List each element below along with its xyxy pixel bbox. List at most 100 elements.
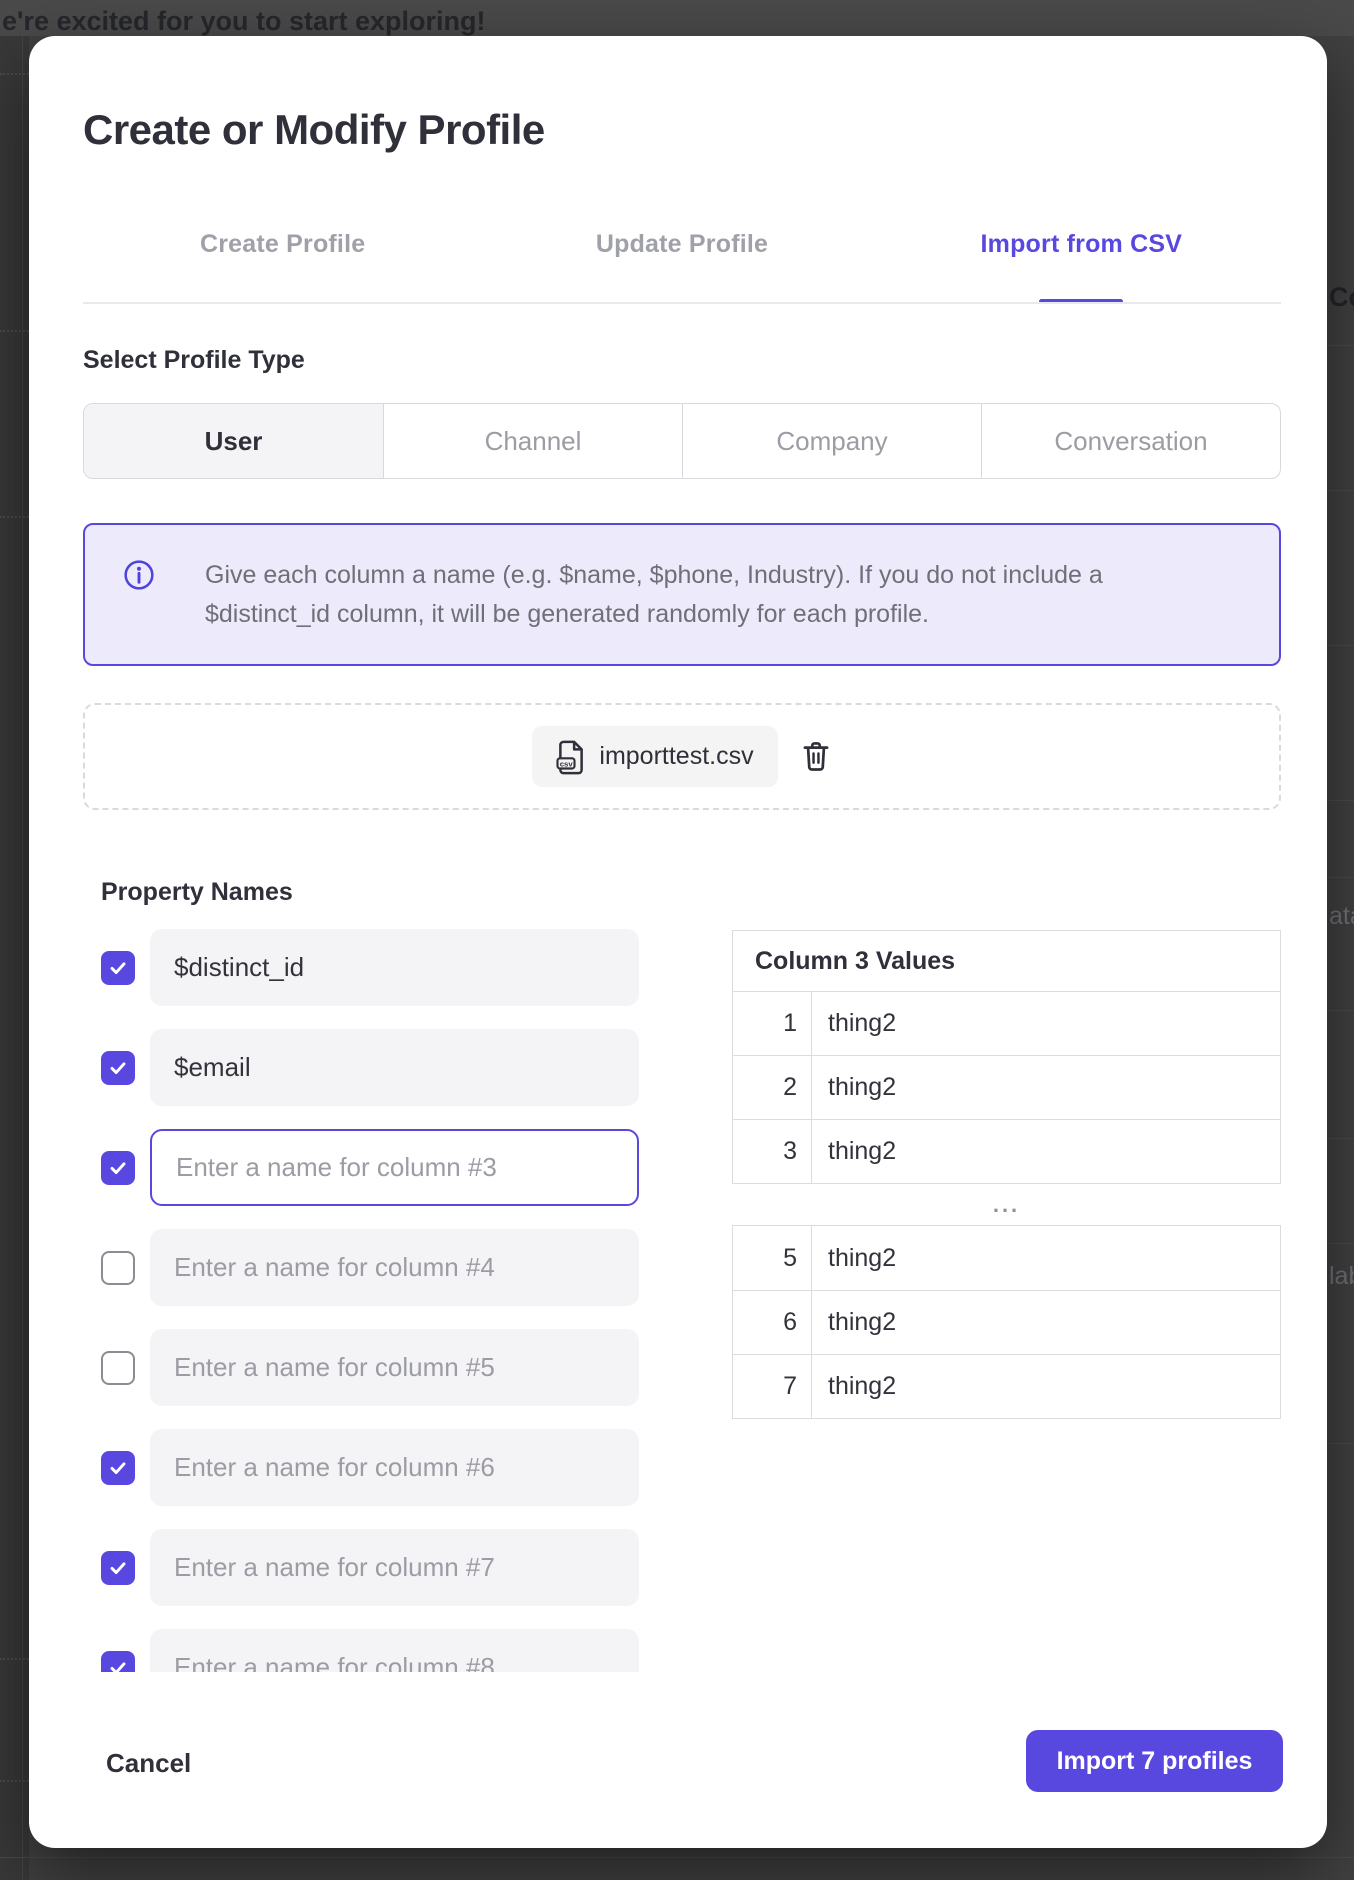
property-name-rows bbox=[101, 929, 639, 1672]
column-7-name-input[interactable] bbox=[150, 1529, 639, 1606]
background-row-line bbox=[0, 516, 29, 518]
background-left-band bbox=[0, 36, 29, 1880]
background-row-line bbox=[1328, 490, 1354, 491]
column-4-name-input[interactable] bbox=[150, 1229, 639, 1306]
row-index: 2 bbox=[733, 1056, 812, 1119]
info-icon bbox=[123, 559, 155, 591]
cell-value: thing2 bbox=[812, 1056, 1280, 1119]
column-7-checkbox[interactable] bbox=[101, 1551, 135, 1585]
background-row-line bbox=[1328, 1138, 1354, 1139]
info-banner: Give each column a name (e.g. $name, $ph… bbox=[83, 523, 1281, 666]
svg-text:csv: csv bbox=[560, 759, 574, 768]
background-row-line bbox=[0, 1658, 29, 1660]
background-row-line bbox=[1328, 1443, 1354, 1444]
property-row-7 bbox=[101, 1529, 639, 1606]
column-6-name-input[interactable] bbox=[150, 1429, 639, 1506]
column-3-checkbox[interactable] bbox=[101, 1151, 135, 1185]
profile-type-company[interactable]: Company bbox=[682, 404, 981, 478]
values-table-row: 7thing2 bbox=[733, 1354, 1280, 1418]
column-2-name-input[interactable] bbox=[150, 1029, 639, 1106]
column-8-name-input[interactable] bbox=[150, 1629, 639, 1672]
background-bottom-seam bbox=[0, 1857, 1354, 1858]
column-values-table: Column 3 Values 1thing22thing23thing2 bbox=[732, 930, 1281, 1184]
values-table-row: 6thing2 bbox=[733, 1290, 1280, 1354]
values-table-row: 1thing2 bbox=[733, 991, 1280, 1055]
profile-type-segmented-control: UserChannelCompanyConversation bbox=[83, 403, 1281, 479]
background-row-line bbox=[1328, 877, 1354, 878]
background-row-line bbox=[1328, 1243, 1354, 1244]
row-index: 6 bbox=[733, 1291, 812, 1354]
checkmark-icon bbox=[107, 1457, 129, 1479]
tab-update-profile[interactable]: Update Profile bbox=[482, 230, 881, 302]
tab-import-from-csv[interactable]: Import from CSV bbox=[882, 230, 1281, 302]
background-text-fragment: lab bbox=[1329, 1262, 1354, 1291]
checkmark-icon bbox=[107, 1657, 129, 1673]
column-values-table-continued: 5thing26thing27thing2 bbox=[732, 1225, 1281, 1419]
cancel-button[interactable]: Cancel bbox=[106, 1748, 191, 1779]
tab-create-profile[interactable]: Create Profile bbox=[83, 230, 482, 302]
tabs: Create ProfileUpdate ProfileImport from … bbox=[83, 230, 1281, 302]
background-row-line bbox=[1328, 1010, 1354, 1011]
background-row-line bbox=[0, 1780, 29, 1782]
trash-icon bbox=[801, 740, 831, 772]
background-row-line bbox=[0, 73, 29, 75]
row-index: 1 bbox=[733, 992, 812, 1055]
background-row-line bbox=[1328, 800, 1354, 801]
remove-file-button[interactable] bbox=[800, 740, 832, 774]
property-row-3 bbox=[101, 1129, 639, 1206]
property-row-1 bbox=[101, 929, 639, 1006]
property-row-4 bbox=[101, 1229, 639, 1306]
background-row-line bbox=[0, 330, 29, 332]
row-index: 7 bbox=[733, 1355, 812, 1418]
column-1-name-input[interactable] bbox=[150, 929, 639, 1006]
column-5-checkbox[interactable] bbox=[101, 1351, 135, 1385]
tabs-divider bbox=[83, 302, 1281, 304]
background-banner-text: e're excited for you to start exploring! bbox=[2, 6, 486, 37]
background-left-divider bbox=[22, 36, 23, 1880]
values-table-header: Column 3 Values bbox=[733, 931, 1280, 991]
column-1-checkbox[interactable] bbox=[101, 951, 135, 985]
column-values-panel: Column 3 Values 1thing22thing23thing2 ..… bbox=[732, 930, 1281, 1419]
profile-type-user[interactable]: User bbox=[84, 404, 383, 478]
csv-file-icon: csv bbox=[556, 740, 586, 774]
background-text-fragment: Col bbox=[1329, 282, 1354, 313]
values-table-top-rows: 1thing22thing23thing2 bbox=[733, 991, 1280, 1183]
column-3-name-input[interactable] bbox=[150, 1129, 639, 1206]
background-row-line bbox=[1328, 345, 1354, 346]
uploaded-file-chip: csv importtest.csv bbox=[532, 726, 777, 787]
background-row-line bbox=[1328, 645, 1354, 646]
column-4-checkbox[interactable] bbox=[101, 1251, 135, 1285]
modal-title: Create or Modify Profile bbox=[83, 106, 545, 154]
values-table-row: 2thing2 bbox=[733, 1055, 1280, 1119]
cell-value: thing2 bbox=[812, 1355, 1280, 1418]
create-or-modify-profile-modal: Create or Modify Profile Create ProfileU… bbox=[29, 36, 1327, 1848]
csv-dropzone[interactable]: csv importtest.csv bbox=[83, 703, 1281, 810]
values-table-row: 5thing2 bbox=[733, 1226, 1280, 1290]
cell-value: thing2 bbox=[812, 992, 1280, 1055]
values-table-bottom-rows: 5thing26thing27thing2 bbox=[733, 1226, 1280, 1418]
checkmark-icon bbox=[107, 1057, 129, 1079]
profile-type-conversation[interactable]: Conversation bbox=[981, 404, 1280, 478]
row-index: 5 bbox=[733, 1226, 812, 1290]
profile-type-channel[interactable]: Channel bbox=[383, 404, 682, 478]
property-row-6 bbox=[101, 1429, 639, 1506]
property-names-label: Property Names bbox=[101, 878, 293, 907]
property-row-5 bbox=[101, 1329, 639, 1406]
background-top-strip: e're excited for you to start exploring! bbox=[0, 0, 1354, 36]
column-8-checkbox[interactable] bbox=[101, 1651, 135, 1673]
column-5-name-input[interactable] bbox=[150, 1329, 639, 1406]
checkmark-icon bbox=[107, 1157, 129, 1179]
values-table-ellipsis: ... bbox=[732, 1184, 1281, 1225]
checkmark-icon bbox=[107, 957, 129, 979]
cell-value: thing2 bbox=[812, 1291, 1280, 1354]
background-text-fragment: ata bbox=[1329, 902, 1354, 931]
property-row-8 bbox=[101, 1629, 639, 1672]
uploaded-file-name: importtest.csv bbox=[599, 742, 753, 771]
cell-value: thing2 bbox=[812, 1120, 1280, 1183]
row-index: 3 bbox=[733, 1120, 812, 1183]
column-2-checkbox[interactable] bbox=[101, 1051, 135, 1085]
column-6-checkbox[interactable] bbox=[101, 1451, 135, 1485]
cell-value: thing2 bbox=[812, 1226, 1280, 1290]
import-profiles-button[interactable]: Import 7 profiles bbox=[1026, 1730, 1283, 1792]
info-banner-text: Give each column a name (e.g. $name, $ph… bbox=[205, 556, 1225, 664]
